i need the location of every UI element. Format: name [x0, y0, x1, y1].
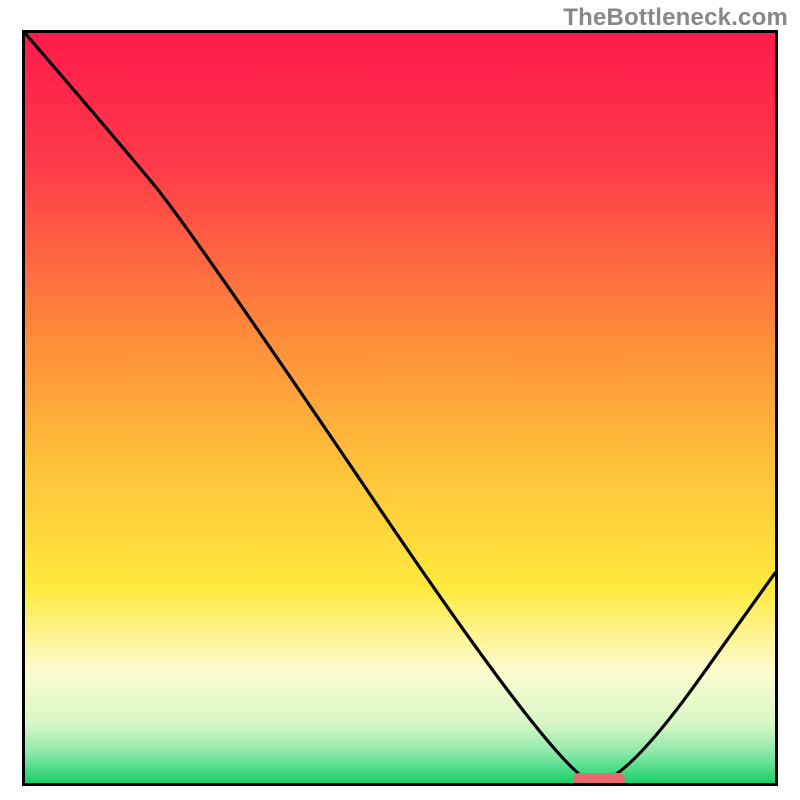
- bottleneck-curve: [25, 33, 775, 783]
- optimal-marker: [573, 773, 626, 785]
- curve-layer: [25, 33, 775, 783]
- chart-container: TheBottleneck.com: [0, 0, 800, 800]
- chart-frame: [22, 30, 778, 786]
- watermark-text: TheBottleneck.com: [563, 4, 788, 32]
